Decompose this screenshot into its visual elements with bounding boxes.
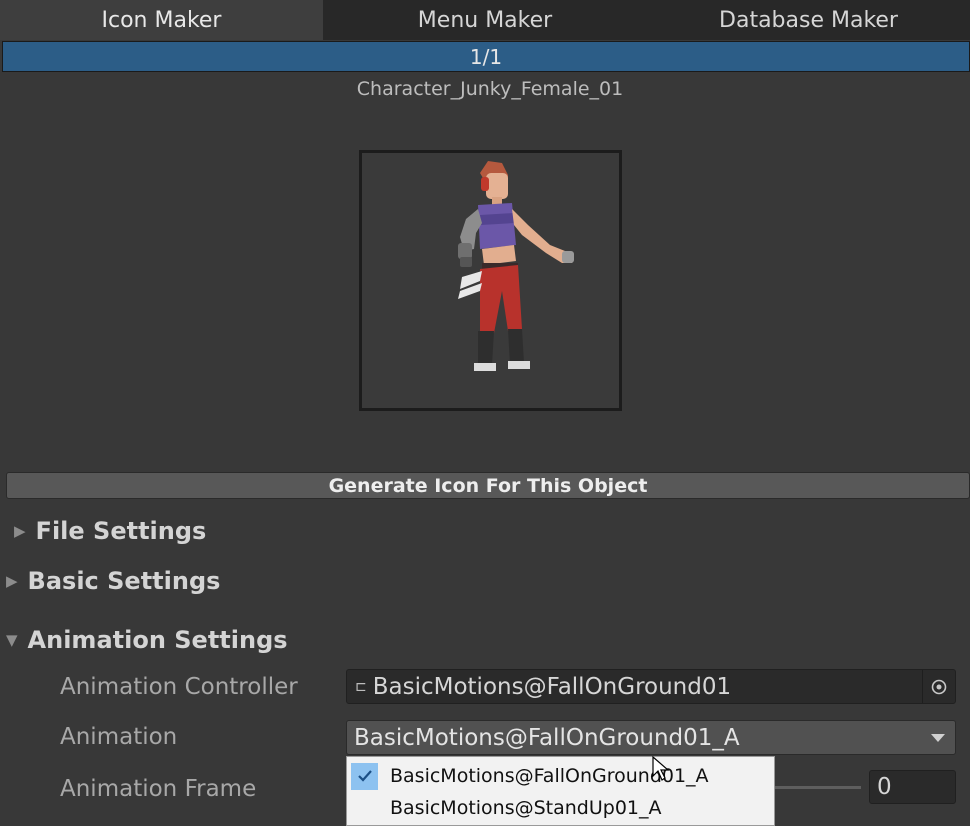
checkmark-icon xyxy=(351,762,378,790)
dropdown-option[interactable]: BasicMotions@FallOnGround01_A xyxy=(347,760,774,792)
character-preview-image xyxy=(458,161,574,371)
generate-icon-button[interactable]: Generate Icon For This Object xyxy=(6,472,970,499)
animation-settings-label: Animation Settings xyxy=(27,626,288,654)
animation-controller-label: Animation Controller xyxy=(60,674,298,700)
pager-label: 1/1 xyxy=(469,44,503,69)
tab-icon-maker[interactable]: Icon Maker xyxy=(0,0,323,40)
animation-options-popup: BasicMotions@FallOnGround01_A BasicMotio… xyxy=(346,756,775,826)
animation-frame-input[interactable]: 0 xyxy=(869,770,956,804)
file-settings-label: File Settings xyxy=(35,517,207,545)
object-picker-icon[interactable] xyxy=(922,670,955,703)
caret-down-icon xyxy=(931,734,945,742)
tab-bar: Icon Maker Menu Maker Database Maker xyxy=(0,0,970,40)
icon-preview xyxy=(359,150,622,411)
generate-icon-label: Generate Icon For This Object xyxy=(328,474,648,497)
basic-settings-foldout[interactable]: ▶ Basic Settings xyxy=(6,567,220,595)
animation-dropdown[interactable]: BasicMotions@FallOnGround01_A xyxy=(346,720,956,755)
file-settings-foldout[interactable]: ▶ File Settings xyxy=(14,517,206,545)
animation-controller-value: BasicMotions@FallOnGround01 xyxy=(372,673,732,700)
object-pager[interactable]: 1/1 xyxy=(2,41,970,72)
dropdown-option-label: BasicMotions@StandUp01_A xyxy=(390,797,662,819)
dropdown-option[interactable]: BasicMotions@StandUp01_A xyxy=(347,792,774,824)
animation-settings-foldout[interactable]: ▼ Animation Settings xyxy=(6,626,288,654)
tab-database-maker[interactable]: Database Maker xyxy=(647,0,970,40)
animation-label: Animation xyxy=(60,724,178,750)
animation-controller-field[interactable]: ⊏ BasicMotions@FallOnGround01 xyxy=(346,669,956,704)
triangle-right-icon: ▶ xyxy=(14,522,26,540)
basic-settings-label: Basic Settings xyxy=(27,567,221,595)
animation-frame-slider[interactable] xyxy=(775,786,861,789)
mouse-pointer-icon xyxy=(652,756,670,781)
animation-frame-value: 0 xyxy=(877,774,892,800)
triangle-right-icon: ▶ xyxy=(6,572,18,590)
animation-frame-label: Animation Frame xyxy=(60,776,257,802)
animator-controller-icon: ⊏ xyxy=(355,678,367,695)
animation-dropdown-value: BasicMotions@FallOnGround01_A xyxy=(354,724,740,751)
tab-menu-maker[interactable]: Menu Maker xyxy=(323,0,647,40)
object-name: Character_Junky_Female_01 xyxy=(356,78,624,100)
triangle-down-icon: ▼ xyxy=(6,631,18,649)
